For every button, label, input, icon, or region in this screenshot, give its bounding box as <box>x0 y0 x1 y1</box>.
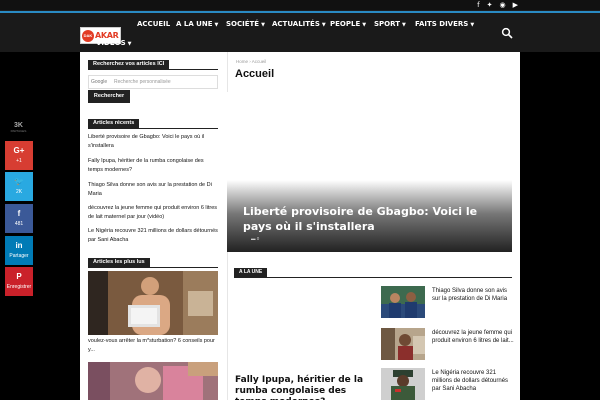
linkedin-share-button[interactable]: in Partager <box>5 236 33 265</box>
recent-article-link[interactable]: Fally Ipupa, héritier de la rumba congol… <box>88 157 220 174</box>
share-total-label: PARTAGES <box>10 129 27 133</box>
featured-article-title[interactable]: Fally Ipupa, héritier de la rumba congol… <box>235 375 370 400</box>
popular-articles-title: Articles les plus lus <box>88 258 150 267</box>
popular-article-image[interactable] <box>88 362 218 400</box>
popular-article-caption[interactable]: voulez-vous arrêter la m*sturbation? 6 c… <box>88 337 220 354</box>
breadcrumb-separator: › <box>249 59 251 64</box>
hero-comment-count: ▬ 0 <box>251 236 260 241</box>
widget-divider <box>88 69 218 70</box>
search-icon[interactable] <box>501 27 513 39</box>
search-placeholder: Recherche personnalisée <box>114 79 171 85</box>
side-article-title[interactable]: Le Nigéria recouvre 321 millions de doll… <box>432 369 516 393</box>
share-total-count: 3K <box>14 122 23 129</box>
widget-divider <box>88 128 218 129</box>
facebook-icon: f <box>17 209 21 218</box>
logo-badge: DAK <box>82 29 94 42</box>
chevron-down-icon: ▼ <box>321 22 326 28</box>
article-thumbnail[interactable] <box>381 286 425 318</box>
youtube-icon[interactable]: ▶ <box>513 1 518 10</box>
breadcrumb: Home › Accueil <box>236 59 266 64</box>
recent-article-link[interactable]: découvrez la jeune femme qui produit env… <box>88 204 220 221</box>
section-divider <box>234 277 512 278</box>
comment-icon: ▬ <box>251 236 256 241</box>
search-input[interactable]: Google Recherche personnalisée <box>88 75 218 89</box>
side-article-title[interactable]: découvrez la jeune femme qui produit env… <box>432 329 516 345</box>
google-plus-icon: G+ <box>13 146 25 155</box>
google-label: Google <box>91 79 108 85</box>
nav-item-a-la-une[interactable]: A LA UNE ▼ <box>176 20 218 28</box>
breadcrumb-home[interactable]: Home <box>236 59 248 64</box>
side-article-title[interactable]: Thiago Silva donne son avis sur la prest… <box>432 287 516 303</box>
recent-article-link[interactable]: Thiago Silva donne son avis sur la prest… <box>88 181 220 198</box>
twitter-icon[interactable]: ✦ <box>487 1 493 10</box>
chevron-down-icon: ▼ <box>362 22 367 28</box>
popular-article-image[interactable] <box>88 271 218 335</box>
share-total: 3K PARTAGES <box>5 122 32 133</box>
section-label: A LA UNE <box>234 268 268 277</box>
chevron-down-icon: ▼ <box>214 22 219 28</box>
breadcrumb-current: Accueil <box>251 59 267 64</box>
share-count: Partager <box>9 253 29 259</box>
share-count: +1 <box>16 158 22 164</box>
google-plus-share-button[interactable]: G+ +1 <box>5 141 33 170</box>
linkedin-icon: in <box>15 241 23 250</box>
article-thumbnail[interactable] <box>381 328 425 360</box>
chevron-down-icon: ▼ <box>127 41 132 47</box>
page-title: Accueil <box>235 68 275 80</box>
hero-article-title[interactable]: Liberté provisoire de Gbagbo: Voici le p… <box>243 204 505 234</box>
nav-item-people[interactable]: PEOPLE ▼ <box>330 20 366 28</box>
share-count: Enregistrer <box>6 284 32 290</box>
top-bar: f ✦ ◉ ▶ <box>0 0 600 11</box>
nav-item-sport[interactable]: SPORT ▼ <box>374 20 406 28</box>
search-button[interactable]: Rechercher <box>88 90 130 103</box>
recent-article-link[interactable]: Le Nigéria recouvre 321 millions de doll… <box>88 227 220 244</box>
chevron-down-icon: ▼ <box>401 22 406 28</box>
nav-item-actualites[interactable]: ACTUALITÉS ▼ <box>272 20 326 28</box>
share-count: 481 <box>14 221 24 227</box>
chevron-down-icon: ▼ <box>470 22 475 28</box>
share-count: 2K <box>15 189 23 195</box>
nav-item-faits-divers[interactable]: FAITS DIVERS ▼ <box>415 20 474 28</box>
pinterest-icon: P <box>16 272 22 281</box>
recent-article-link[interactable]: Liberté provisoire de Gbagbo: Voici le p… <box>88 133 220 150</box>
widget-divider <box>88 267 218 268</box>
rss-icon[interactable]: ◉ <box>500 1 506 10</box>
social-links: f ✦ ◉ ▶ <box>477 1 518 10</box>
recent-articles-title: Articles récents <box>88 119 140 128</box>
nav-item-videos[interactable]: VIDÉOS ▼ <box>96 39 131 47</box>
pinterest-share-button[interactable]: P Enregistrer <box>5 267 33 296</box>
facebook-share-button[interactable]: f 481 <box>5 204 33 233</box>
chevron-down-icon: ▼ <box>261 22 265 28</box>
twitter-icon: 🐦 <box>14 177 24 186</box>
nav-item-societe[interactable]: SOCIÉTÉ ▼ <box>226 20 265 28</box>
article-thumbnail[interactable] <box>381 368 425 400</box>
facebook-icon[interactable]: f <box>477 1 479 10</box>
nav-item-accueil[interactable]: ACCUEIL <box>137 20 170 28</box>
search-widget-title: Recherchez vos articles ICI <box>88 60 170 69</box>
twitter-share-button[interactable]: 🐦 2K <box>5 172 33 201</box>
